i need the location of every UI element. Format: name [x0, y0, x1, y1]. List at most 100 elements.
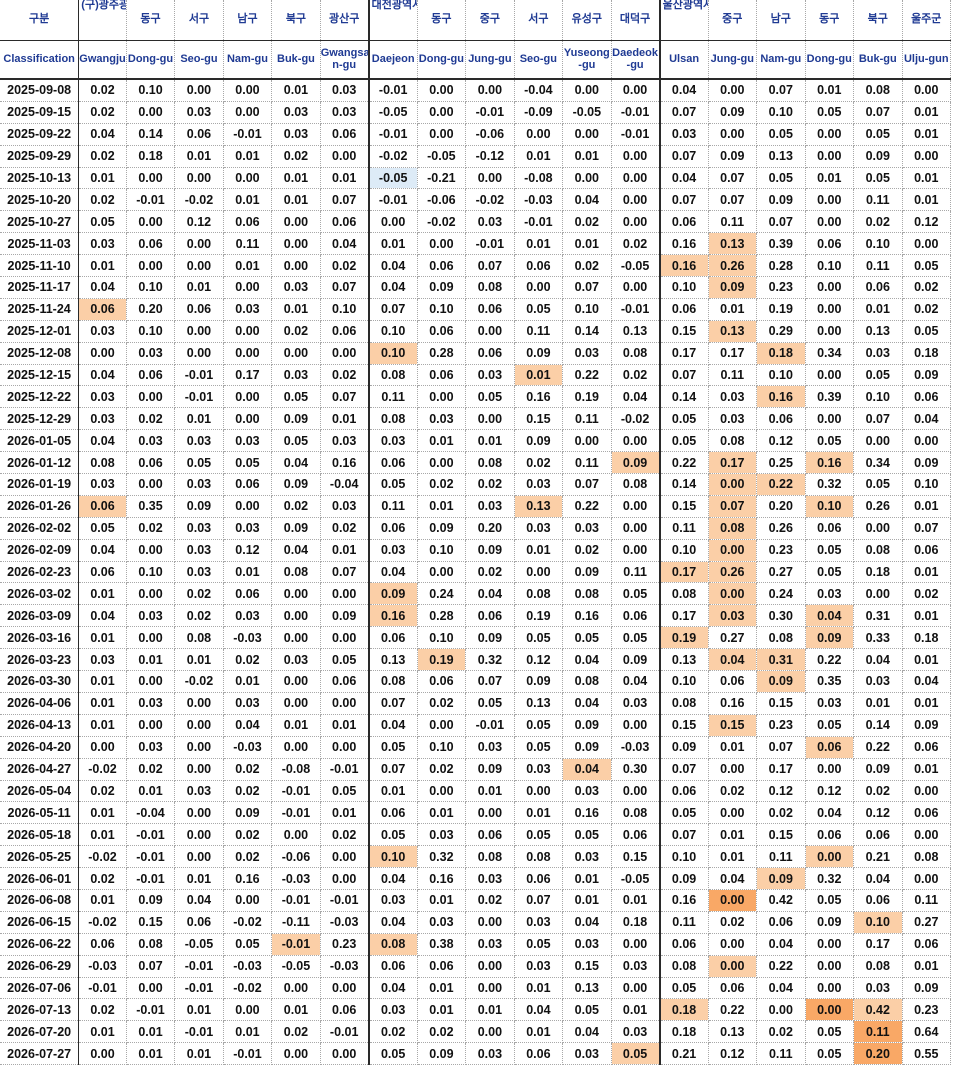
value-cell: 0.10	[417, 539, 467, 562]
value-cell: 0.10	[126, 320, 176, 343]
value-cell: 0.35	[126, 495, 176, 518]
value-cell: 0.05	[805, 429, 855, 453]
value-cell: 0.05	[514, 626, 564, 650]
value-cell: 0.01	[367, 780, 418, 803]
value-cell: 0.06	[853, 889, 903, 912]
value-cell: 0.06	[223, 210, 273, 234]
value-cell: 0.19	[417, 648, 467, 672]
value-cell: 0.15	[562, 955, 612, 978]
row-date: 2025-09-22	[0, 123, 80, 146]
value-cell: 0.09	[708, 276, 758, 299]
value-cell: 0.00	[223, 889, 273, 912]
value-cell: 0.16	[367, 604, 418, 628]
value-cell: 0.09	[223, 801, 273, 825]
value-cell: 0.02	[320, 517, 370, 540]
value-cell: 0.04	[320, 232, 370, 256]
value-cell: 0.00	[320, 977, 370, 1000]
header-kr-col8: 동구	[417, 0, 467, 41]
value-cell: -0.04	[514, 79, 564, 102]
value-cell: -0.05	[611, 867, 661, 890]
value-cell: 0.04	[805, 801, 855, 825]
value-cell: 0.09	[756, 188, 806, 212]
value-cell: -0.02	[78, 911, 127, 934]
value-cell: 0.02	[271, 145, 321, 168]
value-cell: 0.16	[658, 889, 709, 912]
value-cell: 0.39	[756, 232, 806, 256]
value-cell: 0.00	[223, 320, 273, 343]
value-cell: 0.01	[223, 188, 273, 212]
value-cell: 0.00	[223, 79, 273, 102]
value-cell: 0.07	[658, 101, 709, 124]
value-cell: -0.04	[126, 801, 176, 825]
value-cell: 0.00	[805, 276, 855, 299]
header-kr-ulsan: 울산광역시	[658, 0, 709, 41]
value-cell: 0.08	[756, 626, 806, 650]
value-cell: 0.01	[514, 1020, 564, 1044]
value-cell: 0.01	[78, 582, 127, 606]
value-cell: -0.02	[174, 188, 224, 212]
value-cell: -0.08	[514, 167, 564, 190]
value-cell: 0.10	[320, 298, 370, 321]
header-kr-col18: 울주군	[902, 0, 951, 41]
value-cell: 0.03	[611, 1020, 661, 1044]
header-en-col11: Yuseong -gu	[562, 40, 612, 80]
value-cell: 0.30	[756, 604, 806, 628]
value-cell: 0.05	[320, 780, 370, 803]
value-cell: -0.01	[174, 385, 224, 409]
value-cell: 0.01	[78, 626, 127, 650]
value-cell: -0.02	[611, 407, 661, 431]
value-cell: 0.03	[174, 561, 224, 584]
value-cell: 0.01	[320, 407, 370, 431]
value-cell: 0.04	[78, 604, 127, 628]
value-cell: 0.05	[367, 736, 418, 759]
value-cell: 0.06	[514, 254, 564, 278]
value-cell: 0.04	[853, 867, 903, 890]
value-cell: 0.06	[708, 977, 758, 1000]
value-cell: 0.19	[658, 626, 709, 650]
value-cell: 0.00	[465, 955, 515, 978]
value-cell: 0.10	[417, 736, 467, 759]
value-cell: 0.11	[658, 911, 709, 934]
value-cell: 0.12	[174, 210, 224, 234]
value-cell: -0.02	[223, 977, 273, 1000]
value-cell: 0.11	[902, 889, 951, 912]
value-cell: 0.09	[320, 604, 370, 628]
value-cell: 0.06	[756, 911, 806, 934]
table-row: 2025-12-15 0.04 0.06 -0.01 0.17 0.03 0.02 0.08 0…	[0, 364, 951, 387]
value-cell: 0.05	[367, 823, 418, 847]
table-row: 2026-04-06 0.01 0.03 0.00 0.03 0.00 0.00 0.07 0.…	[0, 692, 951, 715]
value-cell: 0.01	[805, 167, 855, 190]
value-cell: 0.01	[271, 188, 321, 212]
value-cell: 0.00	[174, 79, 224, 102]
value-cell: 0.05	[658, 801, 709, 825]
value-cell: 0.00	[417, 232, 467, 256]
value-cell: 0.00	[174, 823, 224, 847]
value-cell: 0.02	[465, 561, 515, 584]
value-cell: 0.20	[126, 298, 176, 321]
table-row: 2025-10-20 0.02 -0.01 -0.02 0.01 0.01 0.07 -0.0…	[0, 188, 951, 212]
value-cell: 0.05	[805, 714, 855, 737]
header-en-daejeon: Daejeon	[367, 40, 418, 80]
value-cell: 0.26	[756, 517, 806, 540]
value-cell: 0.19	[562, 385, 612, 409]
value-cell: -0.01	[514, 210, 564, 234]
value-cell: 0.00	[465, 407, 515, 431]
value-cell: 0.02	[514, 451, 564, 475]
value-cell: 0.00	[465, 1020, 515, 1044]
value-cell: 0.13	[514, 495, 564, 518]
value-cell: 0.09	[756, 867, 806, 890]
value-cell: 0.00	[805, 298, 855, 321]
value-cell: 0.17	[853, 933, 903, 956]
row-date: 2026-03-16	[0, 626, 80, 650]
value-cell: 0.05	[465, 692, 515, 715]
value-cell: 0.05	[514, 714, 564, 737]
value-cell: 0.05	[78, 517, 127, 540]
value-cell: 0.05	[853, 473, 903, 496]
row-date: 2026-01-05	[0, 429, 80, 453]
value-cell: 0.07	[514, 889, 564, 912]
header-kr-col2: 동구	[126, 0, 176, 41]
value-cell: 0.09	[465, 626, 515, 650]
value-cell: 0.09	[271, 407, 321, 431]
value-cell: 0.03	[417, 911, 467, 934]
value-cell: 0.04	[756, 933, 806, 956]
